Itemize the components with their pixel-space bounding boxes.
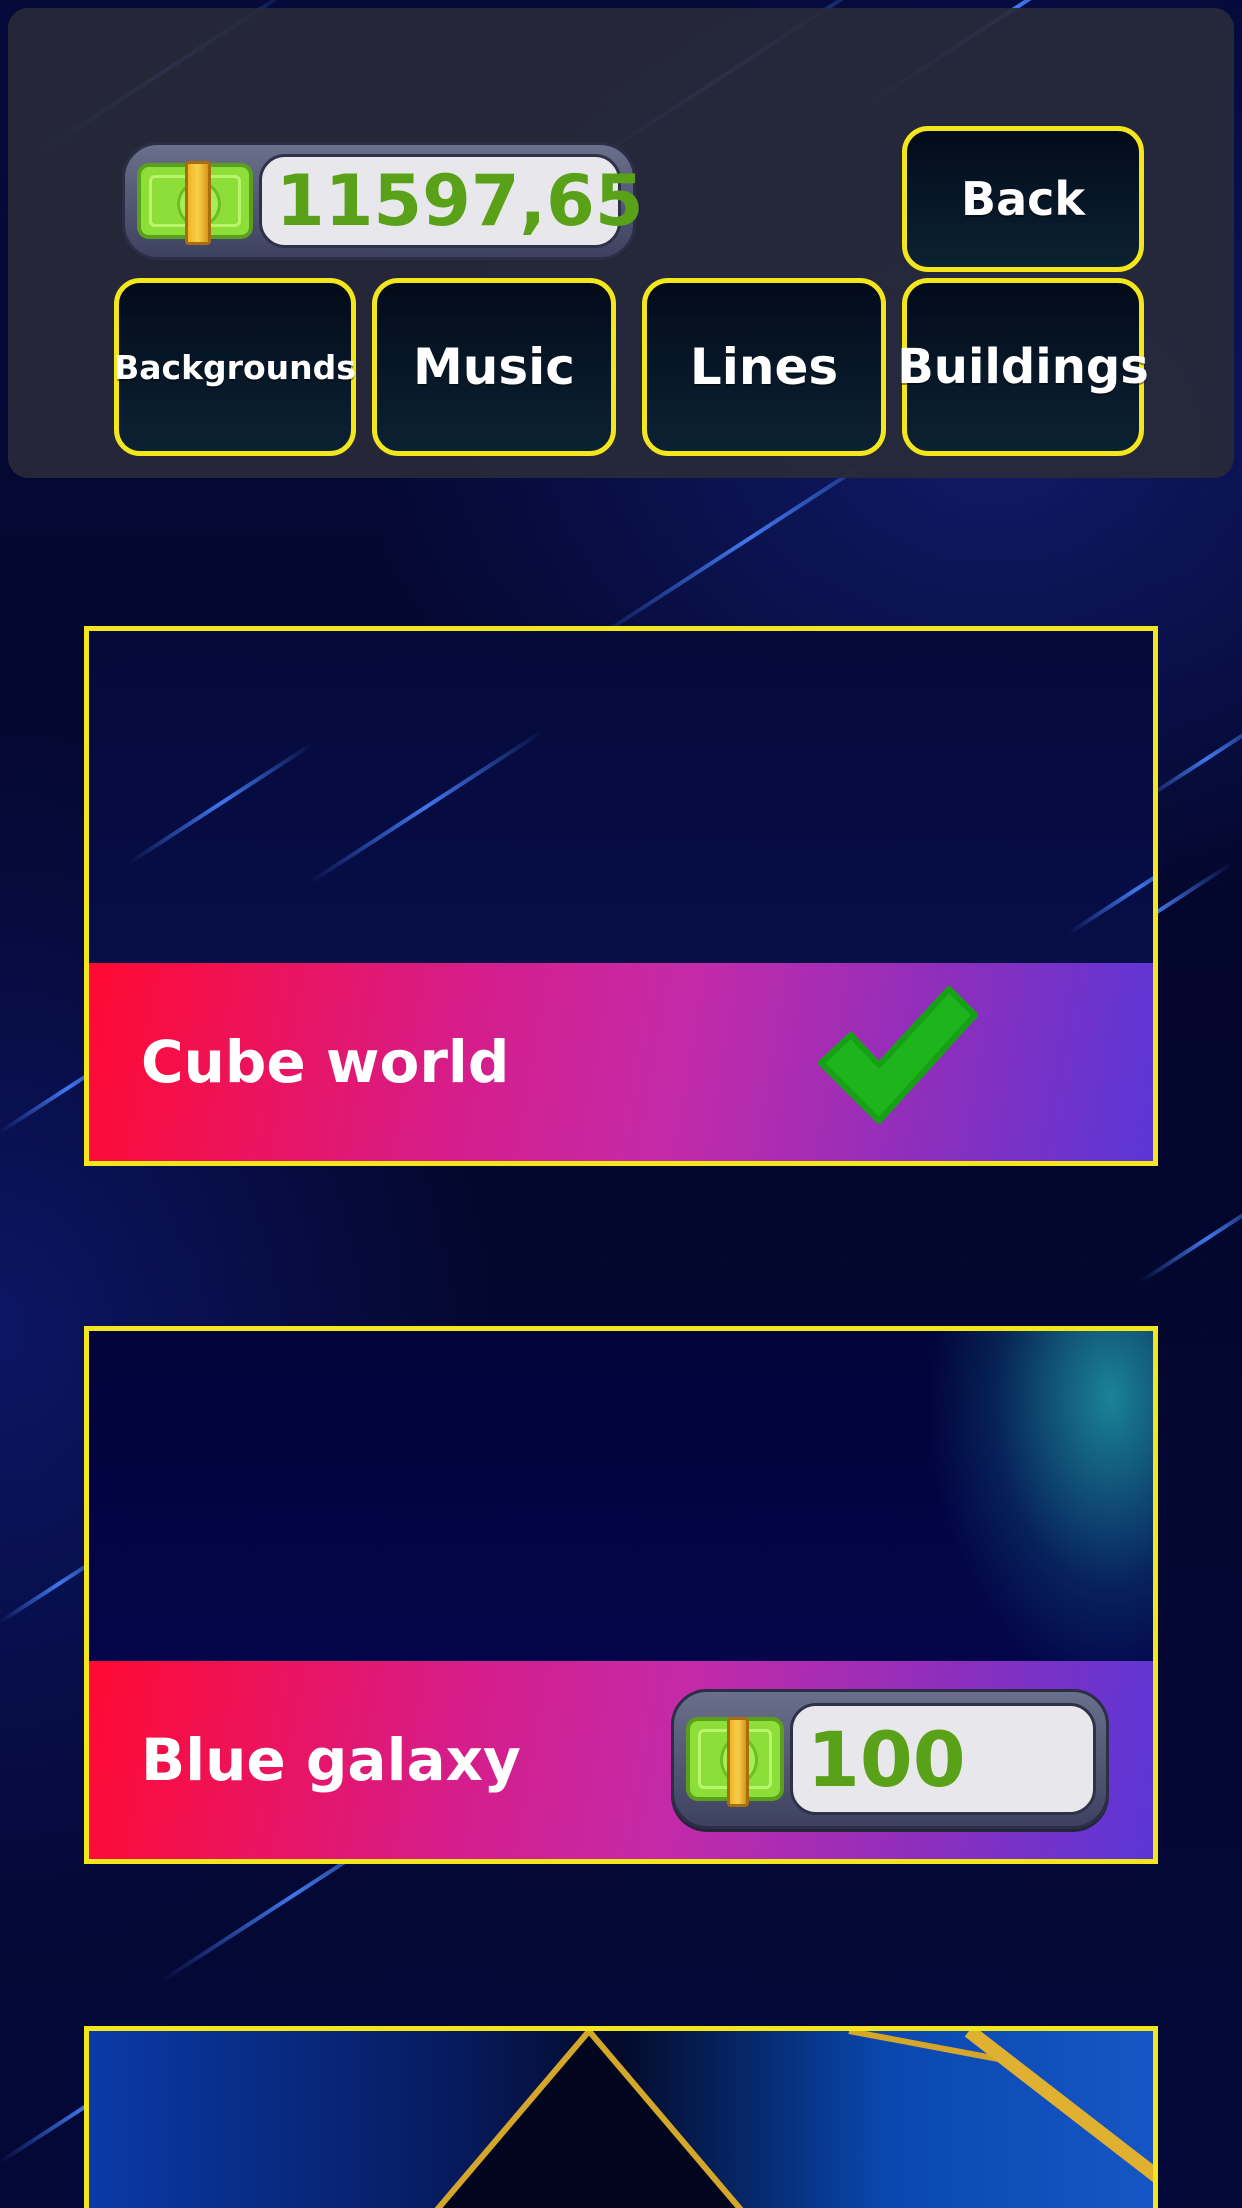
tab-buildings[interactable]: Buildings [897, 278, 1149, 456]
cash-stack-icon [686, 1717, 784, 1807]
tab-lines[interactable]: Lines [642, 278, 886, 456]
item-card-blue-galaxy[interactable]: Blue galaxy 100 [84, 1326, 1158, 1864]
back-button[interactable]: Back [902, 126, 1144, 272]
item-card-cube-world[interactable]: Cube world [84, 626, 1158, 1166]
checkmark-icon [818, 986, 978, 1124]
item-label-bar: Cube world [89, 963, 1153, 1161]
item-preview [89, 1331, 1153, 1663]
item-label-bar: Blue galaxy 100 [89, 1661, 1153, 1859]
tab-backgrounds[interactable]: Backgrounds [114, 278, 356, 456]
header-panel: 11597,65 Back Backgrounds Music Lines Bu… [8, 8, 1234, 478]
cash-stack-icon [137, 161, 253, 245]
item-preview [89, 2031, 1153, 2208]
price-button[interactable]: 100 [671, 1689, 1109, 1829]
item-title: Blue galaxy [141, 1726, 521, 1794]
price-amount: 100 [790, 1703, 1096, 1815]
balance-display: 11597,65 [122, 142, 644, 260]
item-preview [89, 631, 1153, 963]
gold-lines-decoration [434, 2031, 1153, 2208]
item-title: Cube world [141, 1028, 510, 1096]
item-card-partial[interactable] [84, 2026, 1158, 2208]
tab-music[interactable]: Music [372, 278, 616, 456]
balance-amount: 11597,65 [259, 154, 644, 248]
